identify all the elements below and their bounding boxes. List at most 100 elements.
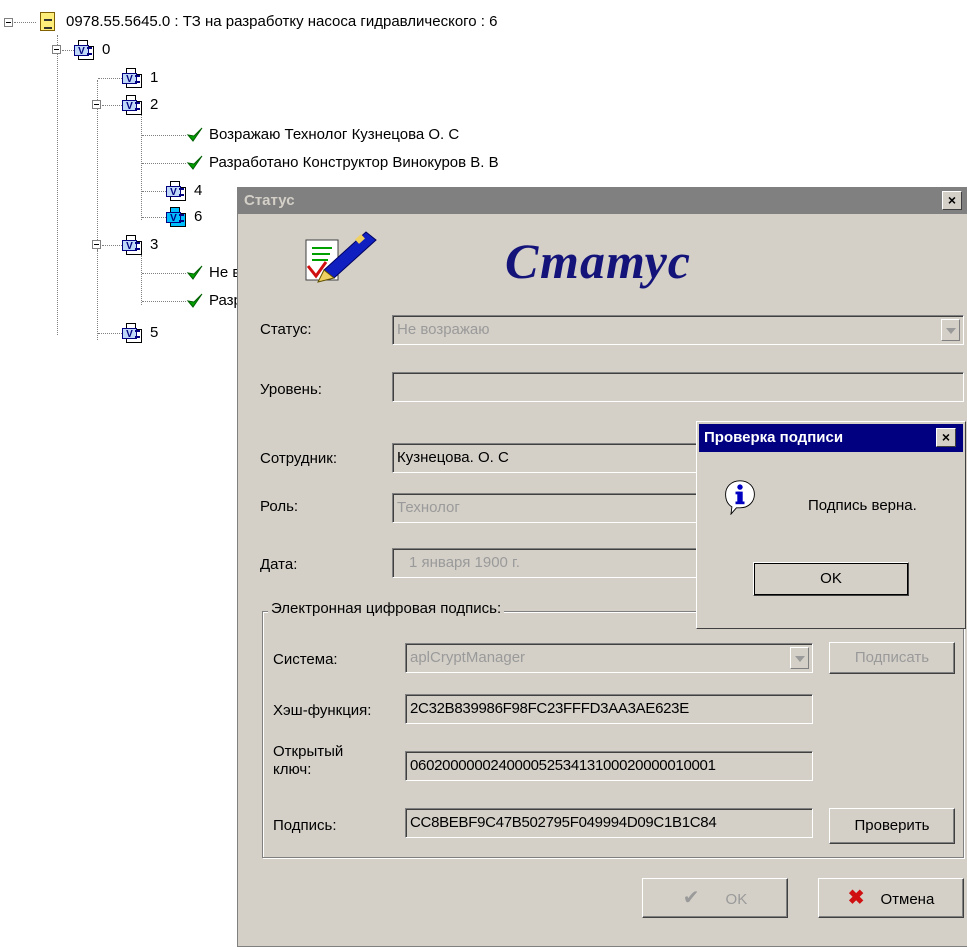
tree-connector (98, 333, 122, 334)
tree-connector (142, 273, 186, 274)
tree-node-label: 3 (150, 236, 159, 253)
signature-check-dialog: Проверка подписи × Подпись верна. OK (696, 421, 966, 629)
version-doc-icon: V (166, 207, 188, 227)
eds-group-label: Электронная цифровая подпись: (268, 600, 505, 617)
checkmark-icon (186, 126, 204, 144)
tree-connector (97, 250, 98, 340)
tree-root-node[interactable]: 0978.55.5645.0 : ТЗ на разработку насоса… (38, 11, 497, 33)
pubkey-field[interactable]: 06020000002400005253413100020000010001 (405, 751, 813, 781)
collapse-toggle[interactable] (52, 45, 61, 54)
tree-connector (141, 255, 142, 305)
collapse-toggle[interactable] (92, 240, 101, 249)
sign-button[interactable]: Подписать (829, 642, 955, 674)
date-label: Дата: (260, 556, 298, 573)
tree-connector (102, 245, 122, 246)
collapse-toggle[interactable] (92, 100, 101, 109)
version-doc-icon: V (122, 323, 144, 343)
tree-connector (141, 112, 142, 220)
system-label: Система: (273, 651, 338, 668)
tree-node-version[interactable]: V 2 (122, 94, 158, 116)
level-label: Уровень: (260, 381, 322, 398)
tree-node-label: 5 (150, 324, 159, 341)
window-heading: Статус (505, 233, 691, 289)
collapse-toggle[interactable] (4, 18, 13, 27)
document-icon (38, 12, 56, 32)
tree-node-label: 4 (194, 182, 203, 199)
dialog-close-button[interactable]: × (936, 428, 956, 447)
signature-field[interactable]: CC8BEBF9C47B502795F049994D09C1B1C84 (405, 808, 813, 838)
window-title-bar[interactable]: Статус (238, 188, 967, 214)
dropdown-arrow-icon[interactable] (941, 319, 960, 341)
tree-node-label: 1 (150, 69, 159, 86)
window-title: Статус (244, 192, 295, 209)
version-doc-icon: V (166, 181, 188, 201)
status-select[interactable]: Не возражаю (392, 315, 964, 345)
system-select[interactable]: aplCryptManager (405, 643, 813, 673)
date-field[interactable]: 1 января 1900 г. (392, 548, 702, 578)
tree-node-label: 2 (150, 96, 159, 113)
dialog-title-bar[interactable]: Проверка подписи (699, 424, 963, 452)
checkmark-icon (186, 154, 204, 172)
role-field[interactable]: Технолог (392, 493, 702, 523)
employee-field[interactable]: Кузнецова. О. С (392, 443, 702, 473)
checkmark-icon (186, 264, 204, 282)
tree-connector (142, 301, 186, 302)
tree-node-version[interactable]: V 5 (122, 322, 158, 344)
hash-label: Хэш-функция: (273, 702, 372, 719)
tree-node-version[interactable]: V 1 (122, 67, 158, 89)
dialog-message: Подпись верна. (808, 497, 917, 514)
version-doc-icon: V (74, 40, 96, 60)
tree-node-label: 0978.55.5645.0 : ТЗ на разработку насоса… (66, 13, 498, 30)
close-x-icon: ✖ (847, 887, 865, 909)
tree-connector (142, 191, 166, 192)
ok-button[interactable]: ✔ OK (642, 878, 788, 918)
cancel-button[interactable]: ✖ Отмена (818, 878, 964, 918)
signature-label: Подпись: (273, 817, 337, 834)
pubkey-label-line2: ключ: (273, 761, 312, 778)
tree-connector (98, 78, 122, 79)
close-button[interactable]: × (942, 191, 962, 210)
checkmark-icon (186, 292, 204, 310)
version-doc-icon: V (122, 235, 144, 255)
tree-node-version[interactable]: V 0 (74, 39, 110, 61)
tree-node-version-selected[interactable]: V 6 (166, 206, 202, 228)
status-select-value: Не возражаю (397, 321, 490, 338)
tree-node-version[interactable]: V 4 (166, 180, 202, 202)
tree-node-status[interactable]: Разр (186, 290, 242, 312)
tree-node-label: 0 (102, 41, 111, 58)
pubkey-label: Открытый ключ: (273, 743, 343, 779)
tree-node-label: Не в (209, 264, 241, 281)
tree-node-version[interactable]: V 3 (122, 234, 158, 256)
tree-connector (62, 50, 74, 51)
tree-connector (102, 105, 122, 106)
version-doc-icon: V (122, 95, 144, 115)
tree-connector (14, 22, 36, 23)
status-label: Статус: (260, 321, 312, 338)
ok-button-label: OK (725, 891, 748, 908)
tree-node-status[interactable]: Не в (186, 262, 240, 284)
dropdown-arrow-icon[interactable] (790, 647, 809, 669)
pubkey-label-line1: Открытый (273, 743, 344, 760)
signature-pen-icon (305, 231, 377, 283)
dialog-ok-button[interactable]: OK (753, 562, 909, 596)
tree-node-label: 6 (194, 208, 203, 225)
info-icon (725, 480, 755, 515)
tree-node-status[interactable]: Разработано Конструктор Винокуров В. В (186, 152, 499, 174)
system-select-value: aplCryptManager (410, 649, 526, 666)
tree-connector (142, 135, 186, 136)
tree-connector (142, 217, 166, 218)
check-icon: ✔ (682, 887, 700, 909)
dialog-title: Проверка подписи (704, 429, 844, 446)
version-doc-icon: V (122, 68, 144, 88)
level-field[interactable] (392, 372, 964, 402)
cancel-button-label: Отмена (880, 891, 935, 908)
tree-node-label: Возражаю Технолог Кузнецова О. С (209, 126, 460, 143)
employee-label: Сотрудник: (260, 450, 338, 467)
verify-button[interactable]: Проверить (829, 808, 955, 844)
tree-connector (142, 163, 186, 164)
hash-field[interactable]: 2C32B839986F98FC23FFFD3AA3AE623E (405, 694, 813, 724)
tree-node-status[interactable]: Возражаю Технолог Кузнецова О. С (186, 124, 459, 146)
tree-node-label: Разработано Конструктор Винокуров В. В (209, 154, 499, 171)
tree-connector (57, 35, 58, 335)
role-label: Роль: (260, 498, 299, 515)
